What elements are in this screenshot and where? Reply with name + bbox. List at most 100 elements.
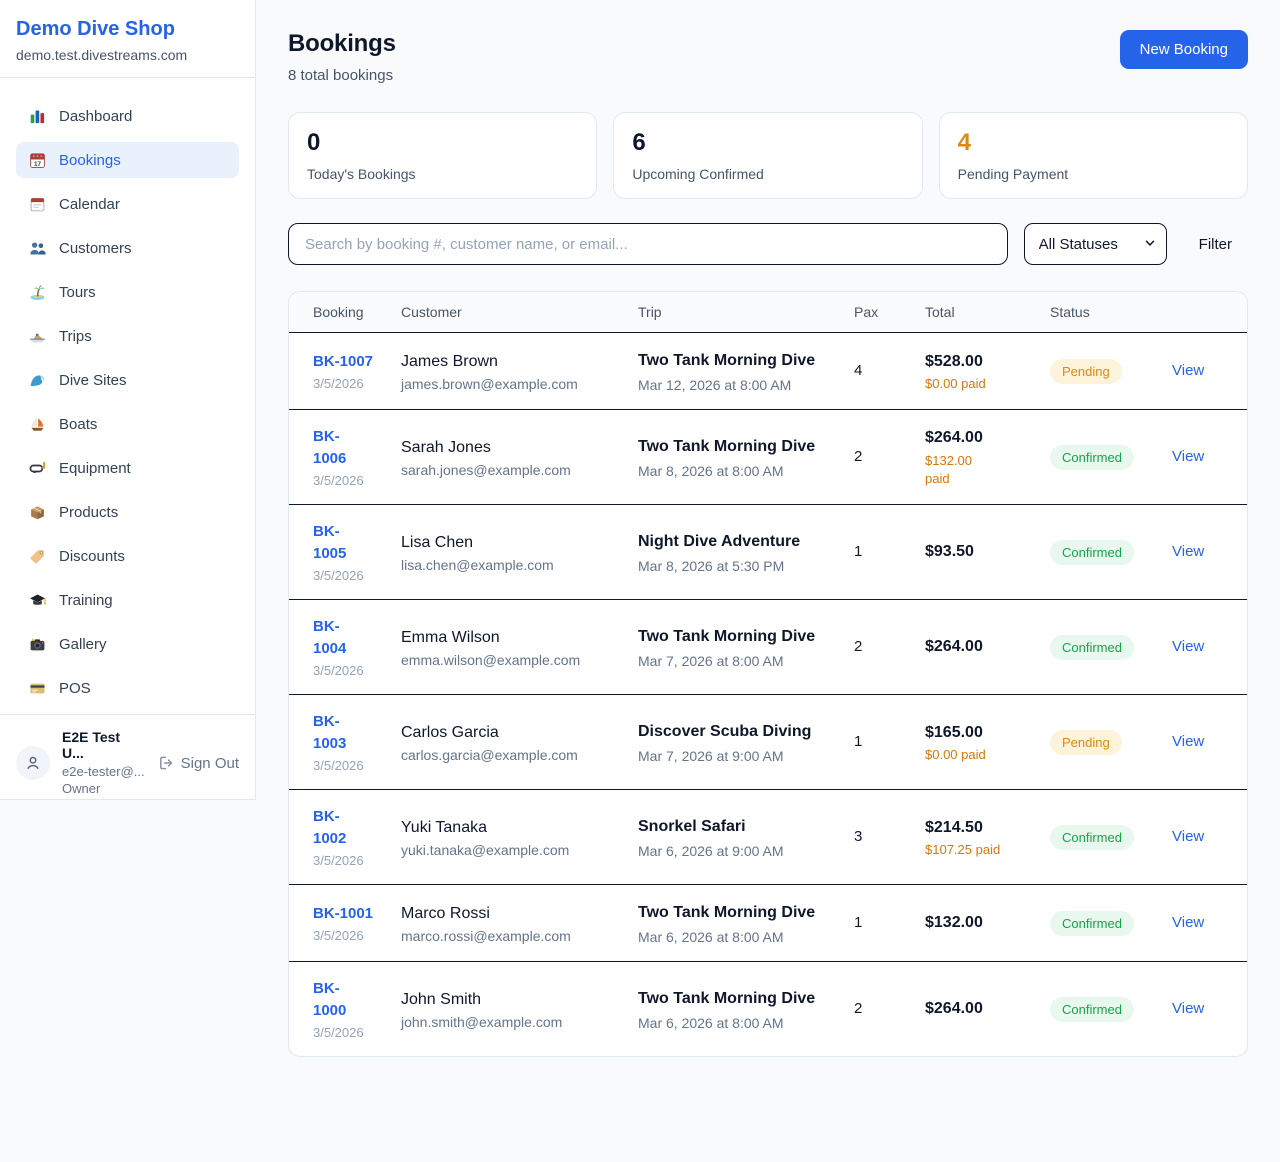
sidebar: Demo Dive Shop demo.test.divestreams.com… [0,0,256,800]
page-title: Bookings [288,30,396,58]
sidebar-item-dashboard[interactable]: Dashboard [16,98,239,134]
page-header: Bookings 8 total bookings New Booking [288,30,1248,84]
trip-name: Discover Scuba Diving [638,720,818,744]
booking-id-link[interactable]: BK-1004 [313,616,361,660]
sidebar-item-boats[interactable]: Boats [16,406,239,442]
sign-out-button[interactable]: Sign Out [158,755,239,772]
stat-label: Pending Payment [958,166,1229,182]
people-icon [29,240,46,257]
brand-domain: demo.test.divestreams.com [16,47,239,63]
booking-id-link[interactable]: BK-1003 [313,711,361,755]
view-link[interactable]: View [1172,914,1204,931]
person-icon [24,754,42,772]
stat-card: 0 Today's Bookings [288,112,597,199]
sidebar-item-label: Trips [59,328,92,345]
customer-name: Emma Wilson [401,626,622,649]
customer-name: Sarah Jones [401,436,622,459]
sidebar-item-label: Tours [59,284,96,301]
sidebar-item-label: Boats [59,416,97,433]
trip-name: Two Tank Morning Dive [638,349,818,373]
sidebar-item-tours[interactable]: Tours [16,274,239,310]
sidebar-item-label: POS [59,680,91,697]
view-link[interactable]: View [1172,362,1204,379]
col-customer: Customer [401,292,638,333]
paid-amount: $0.00 paid [925,747,1034,762]
sidebar-item-bookings[interactable]: Bookings [16,142,239,178]
col-total: Total [925,292,1050,333]
booking-id-link[interactable]: BK-1002 [313,806,361,850]
trip-datetime: Mar 12, 2026 at 8:00 AM [638,377,838,393]
sidebar-item-pos[interactable]: POS [16,670,239,706]
status-badge: Pending [1050,730,1122,755]
view-link[interactable]: View [1172,1000,1204,1017]
customer-email: yuki.tanaka@example.com [401,842,622,858]
sidebar-item-equipment[interactable]: Equipment [16,450,239,486]
sidebar-item-gallery[interactable]: Gallery [16,626,239,662]
col-trip: Trip [638,292,854,333]
tag-icon [29,548,46,565]
pax-count: 4 [854,362,862,379]
col-actions [1172,292,1247,333]
booking-date: 3/5/2026 [313,758,385,773]
trip-name: Snorkel Safari [638,815,818,839]
customer-email: emma.wilson@example.com [401,652,622,668]
customer-email: carlos.garcia@example.com [401,747,622,763]
pax-count: 2 [854,1000,862,1017]
stat-value: 6 [632,129,903,157]
brand-block: Demo Dive Shop demo.test.divestreams.com [0,0,255,78]
status-select[interactable]: All Statuses [1024,223,1167,265]
view-link[interactable]: View [1172,448,1204,465]
sidebar-item-label: Gallery [59,636,107,653]
sidebar-item-trips[interactable]: Trips [16,318,239,354]
view-link[interactable]: View [1172,638,1204,655]
booking-id-link[interactable]: BK-1005 [313,521,361,565]
stat-card: 6 Upcoming Confirmed [613,112,922,199]
user-email: e2e-tester@... [62,763,146,780]
brand-name: Demo Dive Shop [16,18,239,41]
sidebar-item-label: Training [59,592,113,609]
search-input[interactable] [288,223,1008,265]
booking-id-link[interactable]: BK-1000 [313,978,361,1022]
sidebar-item-training[interactable]: Training [16,582,239,618]
package-icon [29,504,46,521]
customer-email: marco.rossi@example.com [401,928,622,944]
view-link[interactable]: View [1172,543,1204,560]
booking-id-link[interactable]: BK-1007 [313,351,385,373]
booking-date: 3/5/2026 [313,663,385,678]
trip-name: Two Tank Morning Dive [638,901,818,925]
sidebar-item-discounts[interactable]: Discounts [16,538,239,574]
new-booking-button[interactable]: New Booking [1120,30,1248,69]
avatar [16,746,50,780]
grad-cap-icon [29,592,46,609]
col-booking: Booking [289,292,401,333]
trip-datetime: Mar 6, 2026 at 9:00 AM [638,843,838,859]
status-badge: Confirmed [1050,635,1134,660]
booking-id-link[interactable]: BK-1001 [313,903,385,925]
sidebar-item-products[interactable]: Products [16,494,239,530]
sidebar-item-customers[interactable]: Customers [16,230,239,266]
total-amount: $165.00 [925,722,1034,744]
status-badge: Confirmed [1050,997,1134,1022]
sidebar-item-dive-sites[interactable]: Dive Sites [16,362,239,398]
sidebar-item-label: Calendar [59,196,120,213]
sidebar-item-label: Dive Sites [59,372,127,389]
booking-id-link[interactable]: BK-1006 [313,426,361,470]
customer-name: Yuki Tanaka [401,816,622,839]
sidebar-item-calendar[interactable]: Calendar [16,186,239,222]
view-link[interactable]: View [1172,733,1204,750]
table-row: BK-1007 3/5/2026 James Brown james.brown… [289,333,1247,410]
table-row: BK-1003 3/5/2026 Carlos Garcia carlos.ga… [289,695,1247,790]
filter-button[interactable]: Filter [1183,236,1248,253]
paid-amount: $0.00 paid [925,376,1034,391]
trip-datetime: Mar 6, 2026 at 8:00 AM [638,1015,838,1031]
booking-date: 3/5/2026 [313,376,385,391]
table-body: BK-1007 3/5/2026 James Brown james.brown… [289,333,1247,1057]
calendar-date-icon [29,152,46,169]
table-row: BK-1006 3/5/2026 Sarah Jones sarah.jones… [289,410,1247,505]
view-link[interactable]: View [1172,828,1204,845]
customer-name: Lisa Chen [401,531,622,554]
sidebar-item-label: Discounts [59,548,125,565]
booking-date: 3/5/2026 [313,928,385,943]
speedboat-icon [29,328,46,345]
total-amount: $264.00 [925,998,1034,1020]
